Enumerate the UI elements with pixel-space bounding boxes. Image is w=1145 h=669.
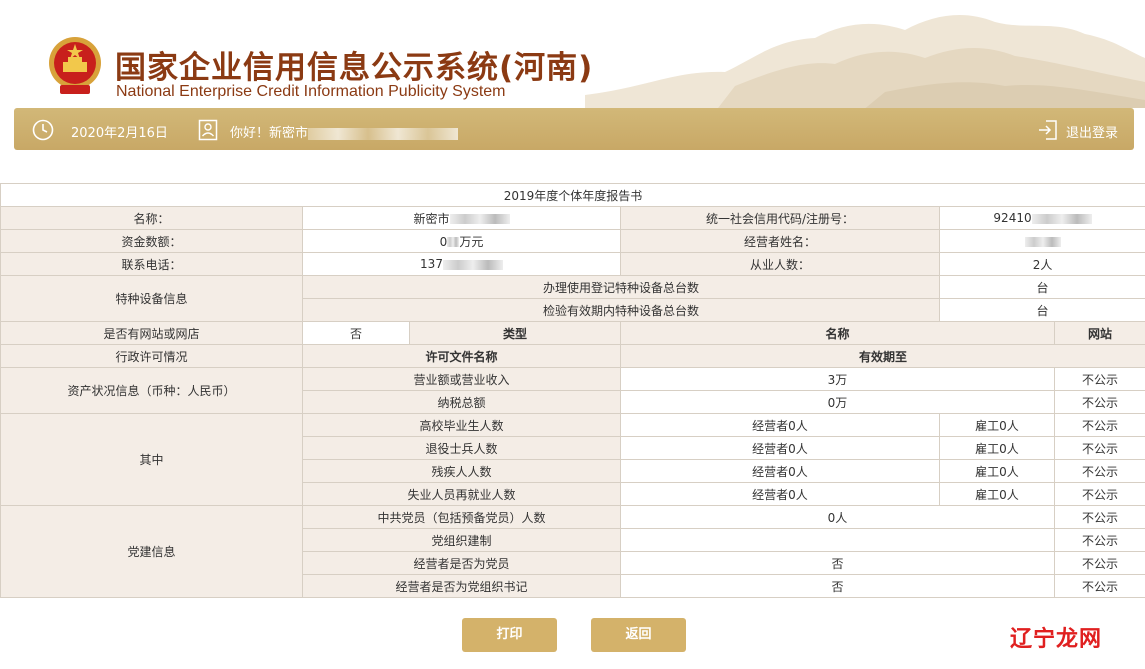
uscc-label: 统一社会信用代码/注册号： xyxy=(620,206,940,230)
redacted-text xyxy=(1024,236,1061,247)
operator-party-member-value: 否 xyxy=(620,551,1055,575)
reemployed-operator: 经营者0人 xyxy=(620,482,940,506)
operator-party-secretary-label: 经营者是否为党组织书记 xyxy=(302,574,621,598)
disabled-operator: 经营者0人 xyxy=(620,459,940,483)
party-members-visibility: 不公示 xyxy=(1053,505,1145,529)
reemployed-employed: 雇工0人 xyxy=(939,482,1055,506)
reemployed-visibility: 不公示 xyxy=(1053,482,1145,506)
disabled-visibility: 不公示 xyxy=(1053,459,1145,483)
redacted-text xyxy=(442,259,503,270)
table-caption-row: 2019年度个体年度报告书 xyxy=(0,183,1145,207)
revenue-label: 营业额或营业收入 xyxy=(302,367,621,391)
phone-label: 联系电话： xyxy=(0,252,303,276)
current-date: 2020年2月16日 xyxy=(71,126,168,141)
table-row: 行政许可情况 许可文件名称 有效期至 xyxy=(0,344,1145,368)
operator-party-member-visibility: 不公示 xyxy=(1053,551,1145,575)
veterans-operator: 经营者0人 xyxy=(620,436,940,460)
table-row: 资产状况信息（币种：人民币） 营业额或营业收入 3万 不公示 xyxy=(0,367,1145,414)
veterans-visibility: 不公示 xyxy=(1053,436,1145,460)
revenue-visibility: 不公示 xyxy=(1053,367,1145,391)
redacted-name xyxy=(308,127,459,140)
operator-value xyxy=(938,229,1145,253)
graduates-employed: 雇工0人 xyxy=(939,413,1055,437)
phone-value: 137 xyxy=(302,252,621,276)
name-value: 新密市 xyxy=(302,206,621,230)
tax-label: 纳税总额 xyxy=(302,390,621,414)
col-license-name: 许可文件名称 xyxy=(302,344,621,368)
redacted-text xyxy=(447,237,460,247)
operator-label: 经营者姓名： xyxy=(620,229,940,253)
table-row: 名称： 新密市 统一社会信用代码/注册号： 92410 xyxy=(0,206,1145,230)
equipment-registered-value: 台 xyxy=(938,275,1145,299)
col-name: 名称 xyxy=(620,321,1055,345)
license-label: 行政许可情况 xyxy=(0,344,303,368)
uscc-value: 92410 xyxy=(938,206,1145,230)
col-type: 类型 xyxy=(409,321,621,345)
print-button[interactable]: 打印 xyxy=(462,618,557,652)
redacted-text xyxy=(449,214,510,224)
equipment-registered-label: 办理使用登记特种设备总台数 xyxy=(302,275,940,299)
logout-icon[interactable] xyxy=(1038,119,1058,141)
website-label: 是否有网站或网店 xyxy=(0,321,303,345)
operator-party-secretary-visibility: 不公示 xyxy=(1053,574,1145,598)
party-org-value xyxy=(620,528,1055,552)
disabled-employed: 雇工0人 xyxy=(939,459,1055,483)
veterans-label: 退役士兵人数 xyxy=(302,436,621,460)
table-row: 其中 高校毕业生人数 经营者0人 雇工0人 不公示 xyxy=(0,413,1145,506)
among-label: 其中 xyxy=(0,413,303,506)
employees-label: 从业人数： xyxy=(620,252,940,276)
name-label: 名称： xyxy=(0,206,303,230)
watermark-logo: 辽宁龙网 xyxy=(1010,627,1103,652)
graduates-operator: 经营者0人 xyxy=(620,413,940,437)
assets-label: 资产状况信息（币种：人民币） xyxy=(0,367,303,414)
equipment-inspected-value: 台 xyxy=(938,298,1145,322)
table-row: 特种设备信息 办理使用登记特种设备总台数 台 xyxy=(0,275,1145,322)
operator-party-secretary-value: 否 xyxy=(620,574,1055,598)
capital-label: 资金数额： xyxy=(0,229,303,253)
graduates-label: 高校毕业生人数 xyxy=(302,413,621,437)
col-valid-until: 有效期至 xyxy=(619,344,1145,368)
table-row: 资金数额： 0 万元 经营者姓名： xyxy=(0,229,1145,253)
site-title: 国家企业信用信息公示系统(河南) xyxy=(115,50,594,86)
party-label: 党建信息 xyxy=(0,505,303,598)
party-org-visibility: 不公示 xyxy=(1053,528,1145,552)
user-bar: 2020年2月16日 你好！新密市 退出登录 xyxy=(14,108,1134,150)
annual-report-table: 2019年度个体年度报告书 名称： 新密市 统一社会信用代码/注册号： 9241… xyxy=(0,183,1145,598)
equipment-inspected-label: 检验有效期内特种设备总台数 xyxy=(302,298,940,322)
back-button[interactable]: 返回 xyxy=(591,618,686,652)
site-header: 国家企业信用信息公示系统(河南) National Enterprise Cre… xyxy=(0,0,1145,108)
party-org-label: 党组织建制 xyxy=(302,528,621,552)
table-row: 联系电话： 137 从业人数： 2人 xyxy=(0,252,1145,276)
tax-value: 0万 xyxy=(620,390,1055,414)
tax-visibility: 不公示 xyxy=(1053,390,1145,414)
capital-value: 0 万元 xyxy=(302,229,621,253)
veterans-employed: 雇工0人 xyxy=(939,436,1055,460)
operator-party-member-label: 经营者是否为党员 xyxy=(302,551,621,575)
logout-link[interactable]: 退出登录 xyxy=(1066,122,1118,141)
clock-icon xyxy=(32,119,54,141)
graduates-visibility: 不公示 xyxy=(1053,413,1145,437)
party-members-label: 中共党员（包括预备党员）人数 xyxy=(302,505,621,529)
user-card-icon xyxy=(198,119,218,141)
equipment-label: 特种设备信息 xyxy=(0,275,303,322)
mountain-illustration xyxy=(585,15,1145,108)
col-site: 网站 xyxy=(1053,321,1145,345)
table-row: 是否有网站或网店 否 类型 名称 网站 xyxy=(0,321,1145,345)
redacted-text xyxy=(1031,213,1092,224)
site-subtitle: National Enterprise Credit Information P… xyxy=(116,83,506,100)
reemployed-label: 失业人员再就业人数 xyxy=(302,482,621,506)
revenue-value: 3万 xyxy=(620,367,1055,391)
party-members-value: 0人 xyxy=(620,505,1055,529)
national-emblem-icon xyxy=(49,37,101,94)
report-caption: 2019年度个体年度报告书 xyxy=(0,183,1145,207)
employees-value: 2人 xyxy=(938,252,1145,276)
website-value: 否 xyxy=(302,321,410,345)
greeting-text: 你好！新密市 xyxy=(230,122,459,141)
disabled-label: 残疾人人数 xyxy=(302,459,621,483)
table-row: 党建信息 中共党员（包括预备党员）人数 0人 不公示 xyxy=(0,505,1145,598)
